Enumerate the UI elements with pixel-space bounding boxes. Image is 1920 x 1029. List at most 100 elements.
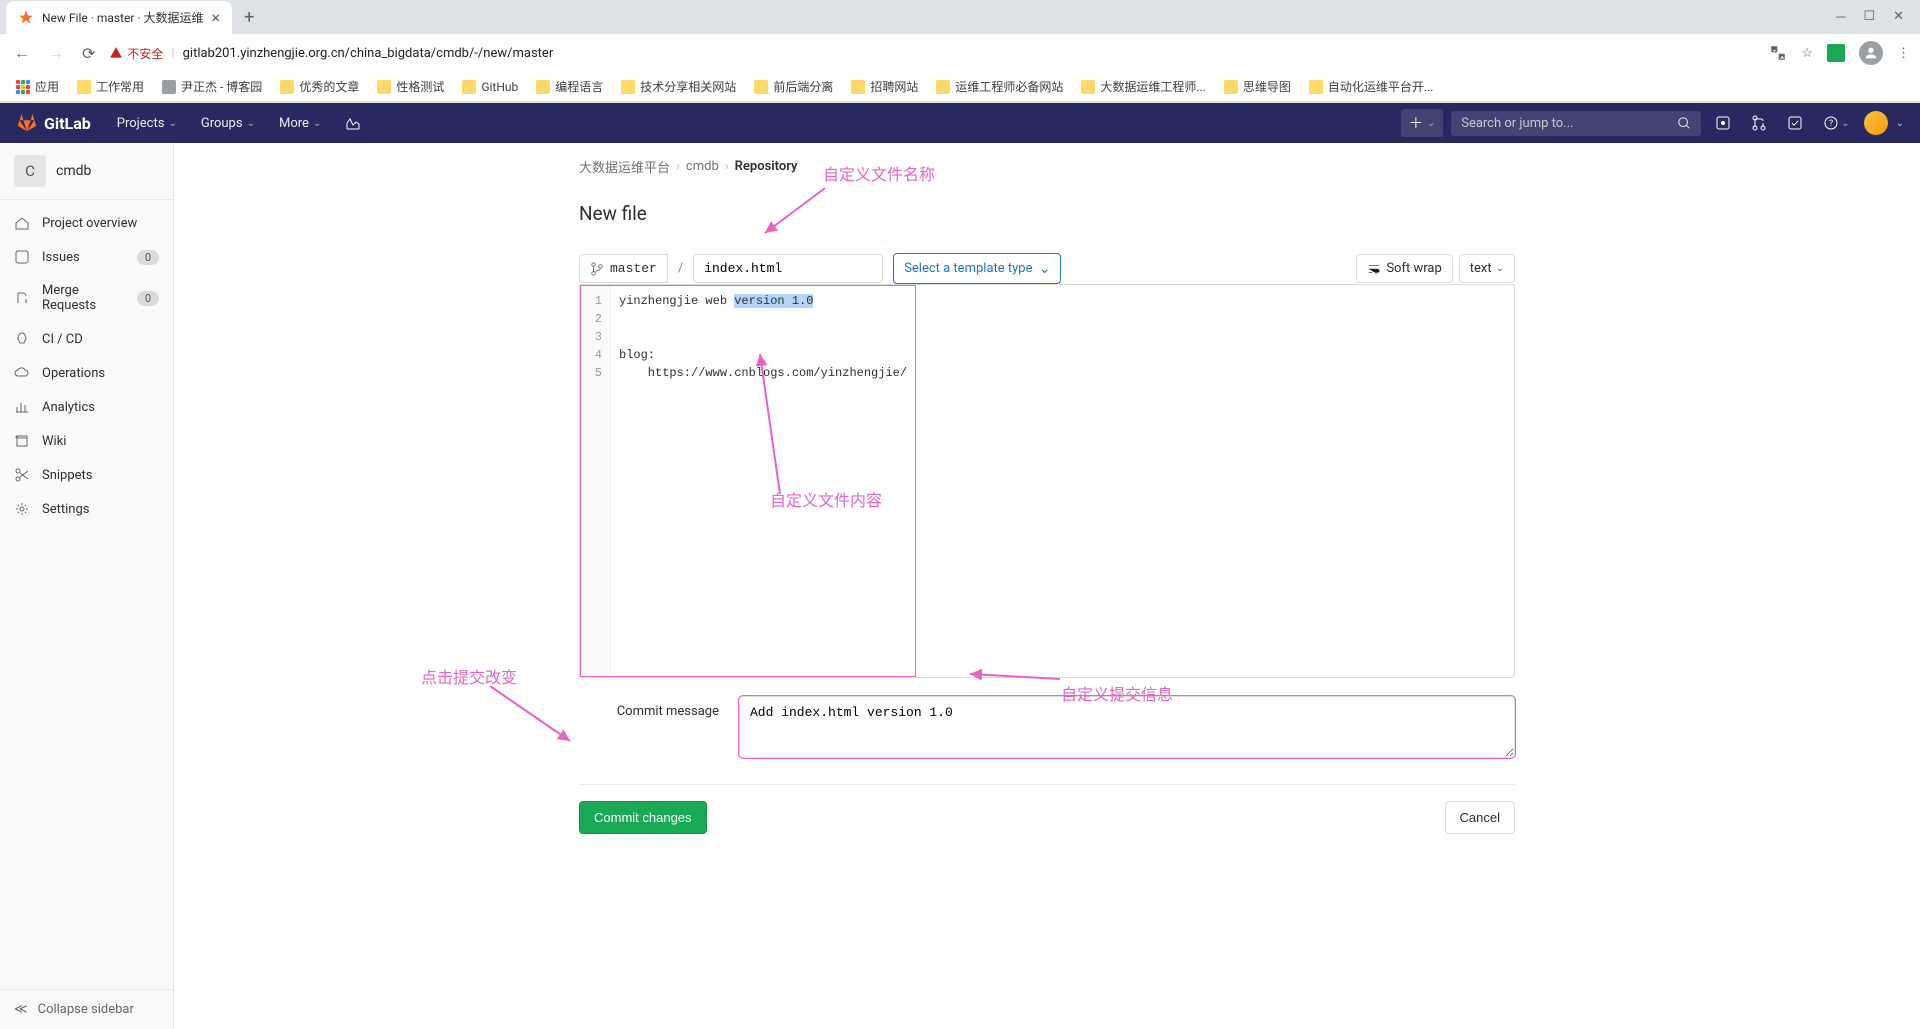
minimize-icon[interactable]: ─ — [1836, 9, 1845, 25]
sidebar-item-settings[interactable]: Settings — [0, 492, 173, 526]
folder-icon — [1309, 80, 1323, 94]
bookmark-item[interactable]: 思维导图 — [1218, 75, 1297, 98]
apps-grid-icon — [16, 80, 30, 94]
commit-message-input[interactable] — [739, 696, 1515, 758]
nav-projects[interactable]: Projects⌄ — [107, 110, 187, 137]
branch-icon — [590, 262, 604, 276]
cloud-icon — [14, 365, 30, 381]
reload-button[interactable]: ⟳ — [78, 40, 99, 67]
header-right: ＋⌄ Search or jump to... ?⌄ ⌄ — [1401, 109, 1904, 137]
nav-more[interactable]: More⌄ — [269, 110, 331, 137]
sidebar-item-analytics[interactable]: Analytics — [0, 390, 173, 424]
wrap-icon — [1367, 262, 1381, 276]
folder-icon — [377, 80, 391, 94]
editor-content[interactable]: yinzhengjie web version 1.0 blog: https:… — [611, 286, 915, 676]
sidebar-item-operations[interactable]: Operations — [0, 356, 173, 390]
breadcrumb-project[interactable]: cmdb — [686, 159, 719, 174]
softwrap-button[interactable]: Soft wrap — [1356, 254, 1452, 283]
nav-activity-icon[interactable] — [335, 109, 371, 137]
gear-icon — [14, 501, 30, 517]
sidebar-item-wiki[interactable]: Wiki — [0, 424, 173, 458]
sidebar-item-merge-requests[interactable]: Merge Requests0 — [0, 274, 173, 322]
star-icon[interactable]: ☆ — [1801, 46, 1813, 61]
issues-icon[interactable] — [1709, 109, 1737, 137]
template-select[interactable]: Select a template type — [893, 253, 1061, 284]
merge-requests-icon[interactable] — [1745, 109, 1773, 137]
folder-icon — [1081, 80, 1095, 94]
extension-icon[interactable] — [1827, 44, 1845, 62]
badge: 0 — [137, 291, 159, 306]
gitlab-logo[interactable]: GitLab — [16, 112, 91, 134]
browser-tab[interactable]: New File · master · 大数据运维 × — [6, 1, 232, 34]
sidebar-project-header[interactable]: C cmdb — [0, 143, 173, 200]
path-separator: / — [668, 261, 693, 276]
breadcrumb-group[interactable]: 大数据运维平台 — [579, 157, 670, 176]
tab-bar: New File · master · 大数据运维 × + ─ ☐ ✕ — [0, 0, 1920, 34]
browser-chrome: New File · master · 大数据运维 × + ─ ☐ ✕ ← → … — [0, 0, 1920, 103]
profile-icon[interactable] — [1859, 41, 1883, 65]
bookmark-item[interactable]: 优秀的文章 — [274, 75, 365, 98]
new-tab-button[interactable]: + — [244, 7, 254, 28]
sidebar: C cmdb Project overview Issues0 Merge Re… — [0, 143, 174, 1029]
header-nav: Projects⌄ Groups⌄ More⌄ — [107, 109, 372, 137]
chart-icon — [14, 399, 30, 415]
bookmark-item[interactable]: 编程语言 — [530, 75, 609, 98]
filename-input[interactable] — [693, 254, 883, 283]
help-icon[interactable]: ?⌄ — [1817, 109, 1855, 137]
annotation-highlight-box: 12345 yinzhengjie web version 1.0 blog: … — [580, 285, 916, 677]
sidebar-item-cicd[interactable]: CI / CD — [0, 322, 173, 356]
forward-button: → — [44, 39, 68, 67]
translate-icon[interactable] — [1769, 44, 1787, 62]
folder-icon — [462, 80, 476, 94]
apps-button[interactable]: 应用 — [10, 75, 65, 98]
sidebar-item-issues[interactable]: Issues0 — [0, 240, 173, 274]
tab-title: New File · master · 大数据运维 — [42, 9, 204, 26]
code-editor[interactable]: 12345 yinzhengjie web version 1.0 blog: … — [579, 284, 1515, 678]
security-warning[interactable]: 不安全 — [109, 45, 163, 62]
bookmark-item[interactable]: 技术分享相关网站 — [615, 75, 742, 98]
commit-actions: Commit changes Cancel — [579, 785, 1515, 834]
window-controls: ─ ☐ ✕ — [1836, 9, 1920, 25]
nav-groups[interactable]: Groups⌄ — [191, 110, 265, 137]
branch-selector[interactable]: master — [579, 254, 668, 283]
bookmark-item[interactable]: 前后端分离 — [748, 75, 839, 98]
maximize-icon[interactable]: ☐ — [1863, 9, 1875, 25]
nav-right: ☆ ⋮ — [1769, 41, 1910, 65]
gitlab-icon — [16, 112, 38, 134]
bookmark-item[interactable]: 运维工程师必备网站 — [930, 75, 1069, 98]
bookmark-item[interactable]: 性格测试 — [371, 75, 450, 98]
main-content: 大数据运维平台 › cmdb › Repository New file 自定义… — [174, 143, 1920, 1029]
line-gutter: 12345 — [581, 286, 611, 676]
book-icon — [14, 433, 30, 449]
cancel-button[interactable]: Cancel — [1445, 801, 1515, 834]
bookmark-item[interactable]: 工作常用 — [71, 75, 150, 98]
commit-section: Commit message — [579, 678, 1515, 785]
sidebar-item-overview[interactable]: Project overview — [0, 206, 173, 240]
issues-icon — [14, 249, 30, 265]
bookmark-item[interactable]: GitHub — [456, 77, 524, 97]
commit-changes-button[interactable]: Commit changes — [579, 801, 707, 834]
back-button[interactable]: ← — [10, 39, 34, 67]
bookmark-item[interactable]: 尹正杰 - 博客园 — [156, 75, 268, 98]
search-input[interactable]: Search or jump to... — [1451, 111, 1701, 136]
avatar[interactable] — [1864, 111, 1888, 135]
file-controls: master / Select a template type Soft wra… — [579, 253, 1515, 284]
menu-icon[interactable]: ⋮ — [1897, 46, 1910, 61]
sidebar-item-snippets[interactable]: Snippets — [0, 458, 173, 492]
folder-icon — [936, 80, 950, 94]
bookmark-item[interactable]: 自动化运维平台开... — [1303, 75, 1440, 98]
todos-icon[interactable] — [1781, 109, 1809, 137]
syntax-select[interactable]: text⌄ — [1459, 254, 1515, 283]
new-dropdown[interactable]: ＋⌄ — [1401, 109, 1443, 137]
bookmark-item[interactable]: 招聘网站 — [845, 75, 924, 98]
collapse-sidebar[interactable]: ≪ Collapse sidebar — [0, 989, 173, 1029]
close-icon[interactable]: × — [212, 8, 221, 27]
url-bar[interactable]: 不安全 | gitlab201.yinzhengjie.org.cn/china… — [109, 45, 1759, 62]
breadcrumb-current: Repository — [735, 159, 798, 174]
close-window-icon[interactable]: ✕ — [1893, 9, 1904, 25]
folder-icon — [77, 80, 91, 94]
rocket-icon — [14, 331, 30, 347]
home-icon — [14, 215, 30, 231]
bookmark-item[interactable]: 大数据运维工程师... — [1075, 75, 1212, 98]
page-title: New file — [579, 202, 1515, 225]
